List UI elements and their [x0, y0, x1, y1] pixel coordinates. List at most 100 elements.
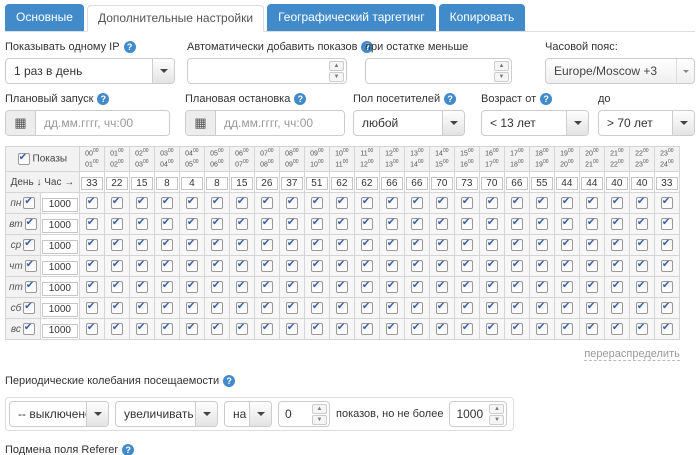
- planned-stop-input[interactable]: [216, 111, 344, 135]
- hour-checkbox-вт-8[interactable]: [285, 217, 298, 230]
- hour-checkbox-пн-9[interactable]: [310, 196, 323, 209]
- hour-checkbox-сб-0[interactable]: [85, 301, 98, 314]
- hour-checkbox-ср-2[interactable]: [135, 238, 148, 251]
- hour-checkbox-ср-20[interactable]: [585, 238, 598, 251]
- hour-value-input-15[interactable]: [455, 177, 478, 191]
- day-checkbox-чт[interactable]: [24, 259, 37, 273]
- hour-checkbox-пн-20[interactable]: [585, 196, 598, 209]
- hour-checkbox-вт-15[interactable]: [460, 217, 473, 230]
- spinner-buttons[interactable]: ▲ ▼: [489, 404, 505, 426]
- hour-checkbox-ср-23[interactable]: [660, 238, 673, 251]
- hour-checkbox-пт-14[interactable]: [435, 280, 448, 293]
- hour-checkbox-сб-14[interactable]: [435, 301, 448, 314]
- tab-1[interactable]: Дополнительные настройки: [86, 5, 265, 32]
- hour-checkbox-чт-20[interactable]: [585, 259, 598, 272]
- calendar-icon[interactable]: ▦: [186, 111, 216, 135]
- day-checkbox-сб[interactable]: [23, 301, 36, 315]
- hour-checkbox-вт-14[interactable]: [435, 217, 448, 230]
- day-limit-input-пт[interactable]: [41, 281, 78, 296]
- hour-value-input-0[interactable]: [80, 177, 103, 191]
- hour-checkbox-пн-22[interactable]: [635, 196, 648, 209]
- hour-checkbox-ср-3[interactable]: [160, 238, 173, 251]
- hour-checkbox-вс-6[interactable]: [235, 322, 248, 335]
- hour-checkbox-пт-9[interactable]: [310, 280, 323, 293]
- hour-checkbox-пт-18[interactable]: [535, 280, 548, 293]
- hour-value-input-19[interactable]: [555, 177, 578, 191]
- hour-checkbox-вт-16[interactable]: [485, 217, 498, 230]
- hour-checkbox-вт-6[interactable]: [235, 217, 248, 230]
- hour-checkbox-пт-20[interactable]: [585, 280, 598, 293]
- help-icon[interactable]: ?: [223, 375, 236, 388]
- hour-checkbox-сб-5[interactable]: [210, 301, 223, 314]
- hour-checkbox-чт-7[interactable]: [260, 259, 273, 272]
- chevron-down-icon[interactable]: [86, 402, 108, 427]
- hour-checkbox-ср-12[interactable]: [385, 238, 398, 251]
- chevron-down-icon[interactable]: [672, 111, 694, 135]
- day-limit-input-ср[interactable]: [41, 239, 78, 254]
- hour-checkbox-пн-16[interactable]: [485, 196, 498, 209]
- hour-value-input-1[interactable]: [105, 177, 128, 191]
- hour-checkbox-вт-2[interactable]: [135, 217, 148, 230]
- planned-start-input[interactable]: [36, 111, 169, 135]
- day-checkbox-пт[interactable]: [24, 280, 37, 294]
- spinner-buttons[interactable]: ▲ ▼: [329, 61, 344, 82]
- hour-checkbox-чт-17[interactable]: [510, 259, 523, 272]
- day-limit-input-чт[interactable]: [41, 260, 78, 275]
- help-icon[interactable]: ?: [540, 93, 553, 105]
- hour-checkbox-пн-8[interactable]: [285, 196, 298, 209]
- hour-checkbox-пт-19[interactable]: [560, 280, 573, 293]
- fluctuation-prep-select[interactable]: на: [224, 401, 272, 428]
- hour-checkbox-чт-11[interactable]: [360, 259, 373, 272]
- hour-checkbox-вт-9[interactable]: [310, 217, 323, 230]
- day-limit-input-вс[interactable]: [41, 323, 78, 338]
- hour-checkbox-сб-13[interactable]: [410, 301, 423, 314]
- day-limit-input-вт[interactable]: [41, 218, 78, 233]
- spinner-buttons[interactable]: ▲ ▼: [494, 61, 509, 82]
- hour-value-input-7[interactable]: [255, 177, 278, 191]
- day-checkbox-ср[interactable]: [23, 238, 36, 252]
- hour-checkbox-пт-13[interactable]: [410, 280, 423, 293]
- hour-checkbox-вт-1[interactable]: [110, 217, 123, 230]
- hour-checkbox-чт-16[interactable]: [485, 259, 498, 272]
- hour-checkbox-пн-23[interactable]: [660, 196, 673, 209]
- tab-0[interactable]: Основные: [5, 4, 84, 31]
- hour-checkbox-вт-19[interactable]: [560, 217, 573, 230]
- hour-value-input-3[interactable]: [155, 177, 178, 191]
- hour-checkbox-пт-7[interactable]: [260, 280, 273, 293]
- hour-checkbox-пт-21[interactable]: [610, 280, 623, 293]
- chevron-down-icon[interactable]: [566, 111, 588, 135]
- hour-checkbox-вт-17[interactable]: [510, 217, 523, 230]
- hour-checkbox-сб-21[interactable]: [610, 301, 623, 314]
- hour-checkbox-вт-11[interactable]: [360, 217, 373, 230]
- hour-value-input-6[interactable]: [230, 177, 253, 191]
- hour-checkbox-ср-18[interactable]: [535, 238, 548, 251]
- hour-checkbox-вс-2[interactable]: [135, 322, 148, 335]
- hour-value-input-17[interactable]: [505, 177, 528, 191]
- hour-checkbox-вс-15[interactable]: [460, 322, 473, 335]
- hour-checkbox-вс-10[interactable]: [335, 322, 348, 335]
- day-limit-input-сб[interactable]: [41, 302, 78, 317]
- hour-value-input-20[interactable]: [580, 177, 603, 191]
- help-icon[interactable]: ?: [294, 93, 307, 105]
- hour-checkbox-сб-22[interactable]: [635, 301, 648, 314]
- hour-checkbox-чт-21[interactable]: [610, 259, 623, 272]
- hour-checkbox-чт-2[interactable]: [135, 259, 148, 272]
- hour-checkbox-пт-4[interactable]: [185, 280, 198, 293]
- hour-checkbox-чт-12[interactable]: [385, 259, 398, 272]
- hour-checkbox-пт-2[interactable]: [135, 280, 148, 293]
- hour-checkbox-вс-18[interactable]: [535, 322, 548, 335]
- hour-value-input-21[interactable]: [605, 177, 628, 191]
- hour-checkbox-ср-15[interactable]: [460, 238, 473, 251]
- chevron-down-icon[interactable]: [249, 402, 271, 427]
- hour-checkbox-сб-10[interactable]: [335, 301, 348, 314]
- fluctuation-mode-select[interactable]: -- выключено --: [9, 401, 109, 428]
- hour-checkbox-пн-2[interactable]: [135, 196, 148, 209]
- hour-checkbox-вт-5[interactable]: [210, 217, 223, 230]
- hour-checkbox-пн-17[interactable]: [510, 196, 523, 209]
- hour-checkbox-вт-20[interactable]: [585, 217, 598, 230]
- hour-checkbox-пт-12[interactable]: [385, 280, 398, 293]
- hour-checkbox-ср-8[interactable]: [285, 238, 298, 251]
- hour-checkbox-пн-6[interactable]: [235, 196, 248, 209]
- hour-checkbox-сб-9[interactable]: [310, 301, 323, 314]
- hour-checkbox-пт-5[interactable]: [210, 280, 223, 293]
